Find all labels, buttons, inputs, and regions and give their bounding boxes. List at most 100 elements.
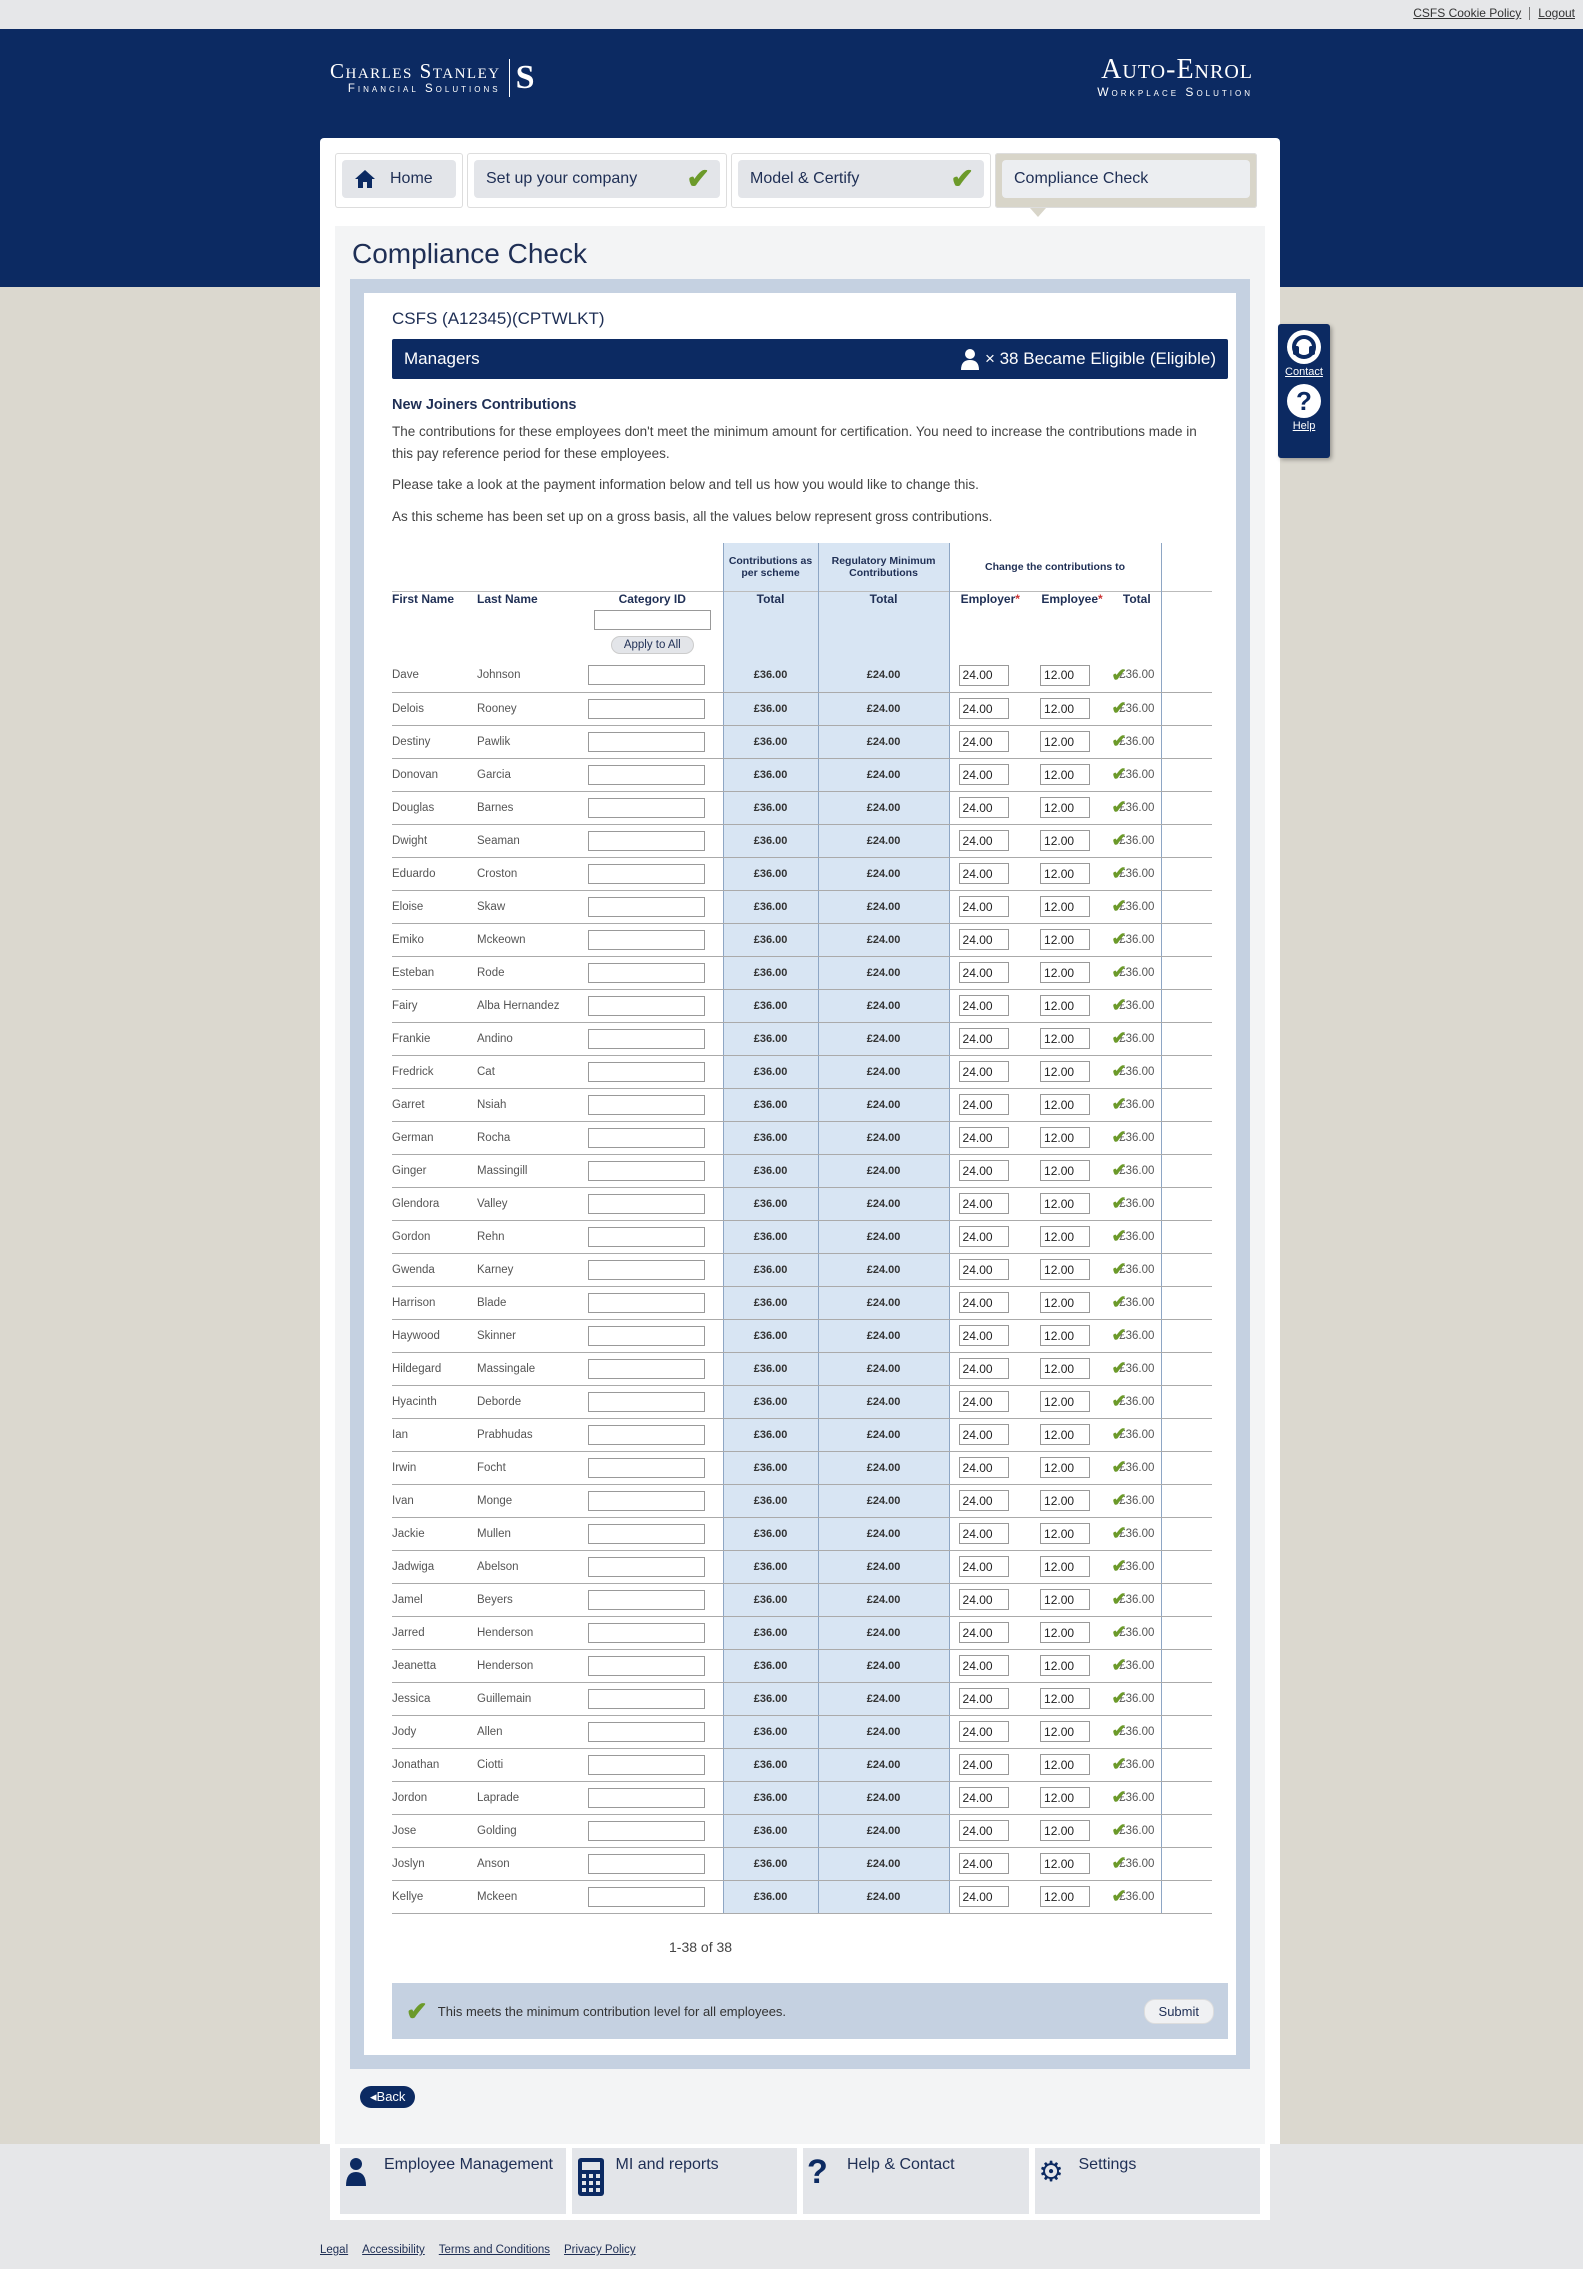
category-id-input[interactable] — [588, 1655, 705, 1676]
employer-amount-input[interactable] — [958, 1523, 1009, 1544]
employer-amount-input[interactable] — [958, 1127, 1009, 1148]
category-id-input[interactable] — [588, 1853, 705, 1874]
employee-amount-input[interactable] — [1040, 1886, 1091, 1907]
employee-amount-input[interactable] — [1040, 1424, 1091, 1445]
category-id-input[interactable] — [588, 1424, 705, 1445]
employee-amount-input[interactable] — [1040, 1787, 1091, 1808]
employee-amount-input[interactable] — [1040, 797, 1091, 818]
employee-amount-input[interactable] — [1040, 1754, 1091, 1775]
cookie-policy-link[interactable]: CSFS Cookie Policy — [1405, 7, 1529, 20]
employer-amount-input[interactable] — [958, 1061, 1009, 1082]
category-id-input[interactable] — [588, 1325, 705, 1346]
employer-amount-input[interactable] — [958, 1292, 1009, 1313]
category-id-input[interactable] — [588, 1787, 705, 1808]
employee-amount-input[interactable] — [1040, 929, 1091, 950]
category-id-input[interactable] — [588, 1754, 705, 1775]
category-id-input[interactable] — [588, 764, 705, 785]
employee-amount-input[interactable] — [1040, 1655, 1091, 1676]
employer-amount-input[interactable] — [958, 995, 1009, 1016]
employee-amount-input[interactable] — [1040, 1820, 1091, 1841]
employee-amount-input[interactable] — [1040, 698, 1091, 719]
category-id-input[interactable] — [588, 665, 705, 686]
category-id-input[interactable] — [588, 1292, 705, 1313]
category-id-input[interactable] — [588, 830, 705, 851]
employer-amount-input[interactable] — [958, 664, 1009, 686]
employer-amount-input[interactable] — [958, 1094, 1009, 1115]
employee-amount-input[interactable] — [1040, 1127, 1091, 1148]
employee-amount-input[interactable] — [1040, 1490, 1091, 1511]
employer-amount-input[interactable] — [958, 1688, 1009, 1709]
employee-amount-input[interactable] — [1040, 1226, 1091, 1247]
category-id-input[interactable] — [588, 797, 705, 818]
employee-amount-input[interactable] — [1040, 995, 1091, 1016]
employer-amount-input[interactable] — [958, 830, 1009, 851]
category-id-input[interactable] — [588, 1556, 705, 1577]
employee-amount-input[interactable] — [1040, 1556, 1091, 1577]
category-id-input[interactable] — [588, 1721, 705, 1742]
footer-tab-settings[interactable]: ⚙ Settings — [1034, 2148, 1260, 2214]
contact-widget-label[interactable]: Contact — [1278, 366, 1330, 378]
privacy-link[interactable]: Privacy Policy — [564, 2244, 636, 2256]
category-id-input[interactable] — [588, 1259, 705, 1280]
employer-amount-input[interactable] — [958, 1160, 1009, 1181]
employer-amount-input[interactable] — [958, 698, 1009, 719]
employee-amount-input[interactable] — [1040, 1028, 1091, 1049]
employer-amount-input[interactable] — [958, 1556, 1009, 1577]
employer-amount-input[interactable] — [958, 1820, 1009, 1841]
employer-amount-input[interactable] — [958, 1589, 1009, 1610]
help-widget-label[interactable]: Help — [1278, 420, 1330, 432]
employee-amount-input[interactable] — [1040, 731, 1091, 752]
employer-amount-input[interactable] — [958, 797, 1009, 818]
employer-amount-input[interactable] — [958, 1424, 1009, 1445]
apply-to-all-button[interactable]: Apply to All — [610, 635, 694, 654]
category-id-input[interactable] — [588, 995, 705, 1016]
help-widget-item[interactable]: ? Help — [1278, 384, 1330, 432]
category-id-input[interactable] — [588, 896, 705, 917]
employer-amount-input[interactable] — [958, 863, 1009, 884]
employee-amount-input[interactable] — [1040, 1523, 1091, 1544]
footer-tab-help-contact[interactable]: ? Help & Contact — [803, 2148, 1029, 2214]
employee-amount-input[interactable] — [1040, 1259, 1091, 1280]
category-id-input[interactable] — [588, 1061, 705, 1082]
employee-amount-input[interactable] — [1040, 962, 1091, 983]
category-id-input[interactable] — [588, 929, 705, 950]
back-button[interactable]: ◂Back — [360, 2086, 416, 2108]
employee-amount-input[interactable] — [1040, 1391, 1091, 1412]
category-id-input[interactable] — [588, 1358, 705, 1379]
tab-home[interactable]: Home — [335, 153, 463, 208]
employer-amount-input[interactable] — [958, 1028, 1009, 1049]
employee-amount-input[interactable] — [1040, 1325, 1091, 1346]
employer-amount-input[interactable] — [958, 1622, 1009, 1643]
employer-amount-input[interactable] — [958, 1391, 1009, 1412]
category-id-input[interactable] — [588, 1391, 705, 1412]
employer-amount-input[interactable] — [958, 1721, 1009, 1742]
accessibility-link[interactable]: Accessibility — [362, 2244, 425, 2256]
employee-amount-input[interactable] — [1040, 1688, 1091, 1709]
tab-compliance-check[interactable]: Compliance Check — [995, 153, 1257, 217]
category-id-input[interactable] — [588, 1886, 705, 1907]
employee-amount-input[interactable] — [1040, 1457, 1091, 1478]
category-id-input[interactable] — [588, 1094, 705, 1115]
employer-amount-input[interactable] — [958, 731, 1009, 752]
category-id-input[interactable] — [588, 1820, 705, 1841]
category-id-input[interactable] — [588, 863, 705, 884]
employer-amount-input[interactable] — [958, 896, 1009, 917]
category-id-input[interactable] — [588, 962, 705, 983]
contact-widget-item[interactable]: Contact — [1278, 330, 1330, 378]
logout-link[interactable]: Logout — [1529, 7, 1583, 20]
submit-button[interactable]: Submit — [1143, 1998, 1214, 2024]
category-id-input[interactable] — [588, 1226, 705, 1247]
employer-amount-input[interactable] — [958, 1886, 1009, 1907]
employee-amount-input[interactable] — [1040, 863, 1091, 884]
employer-amount-input[interactable] — [958, 1787, 1009, 1808]
employee-amount-input[interactable] — [1040, 664, 1091, 686]
category-id-input[interactable] — [588, 1589, 705, 1610]
legal-link[interactable]: Legal — [320, 2244, 348, 2256]
employee-amount-input[interactable] — [1040, 1292, 1091, 1313]
category-id-input[interactable] — [588, 1028, 705, 1049]
terms-link[interactable]: Terms and Conditions — [439, 2244, 550, 2256]
category-id-input[interactable] — [588, 1160, 705, 1181]
employer-amount-input[interactable] — [958, 1358, 1009, 1379]
employer-amount-input[interactable] — [958, 1853, 1009, 1874]
tab-set-up-company[interactable]: Set up your company ✔ — [467, 153, 727, 208]
